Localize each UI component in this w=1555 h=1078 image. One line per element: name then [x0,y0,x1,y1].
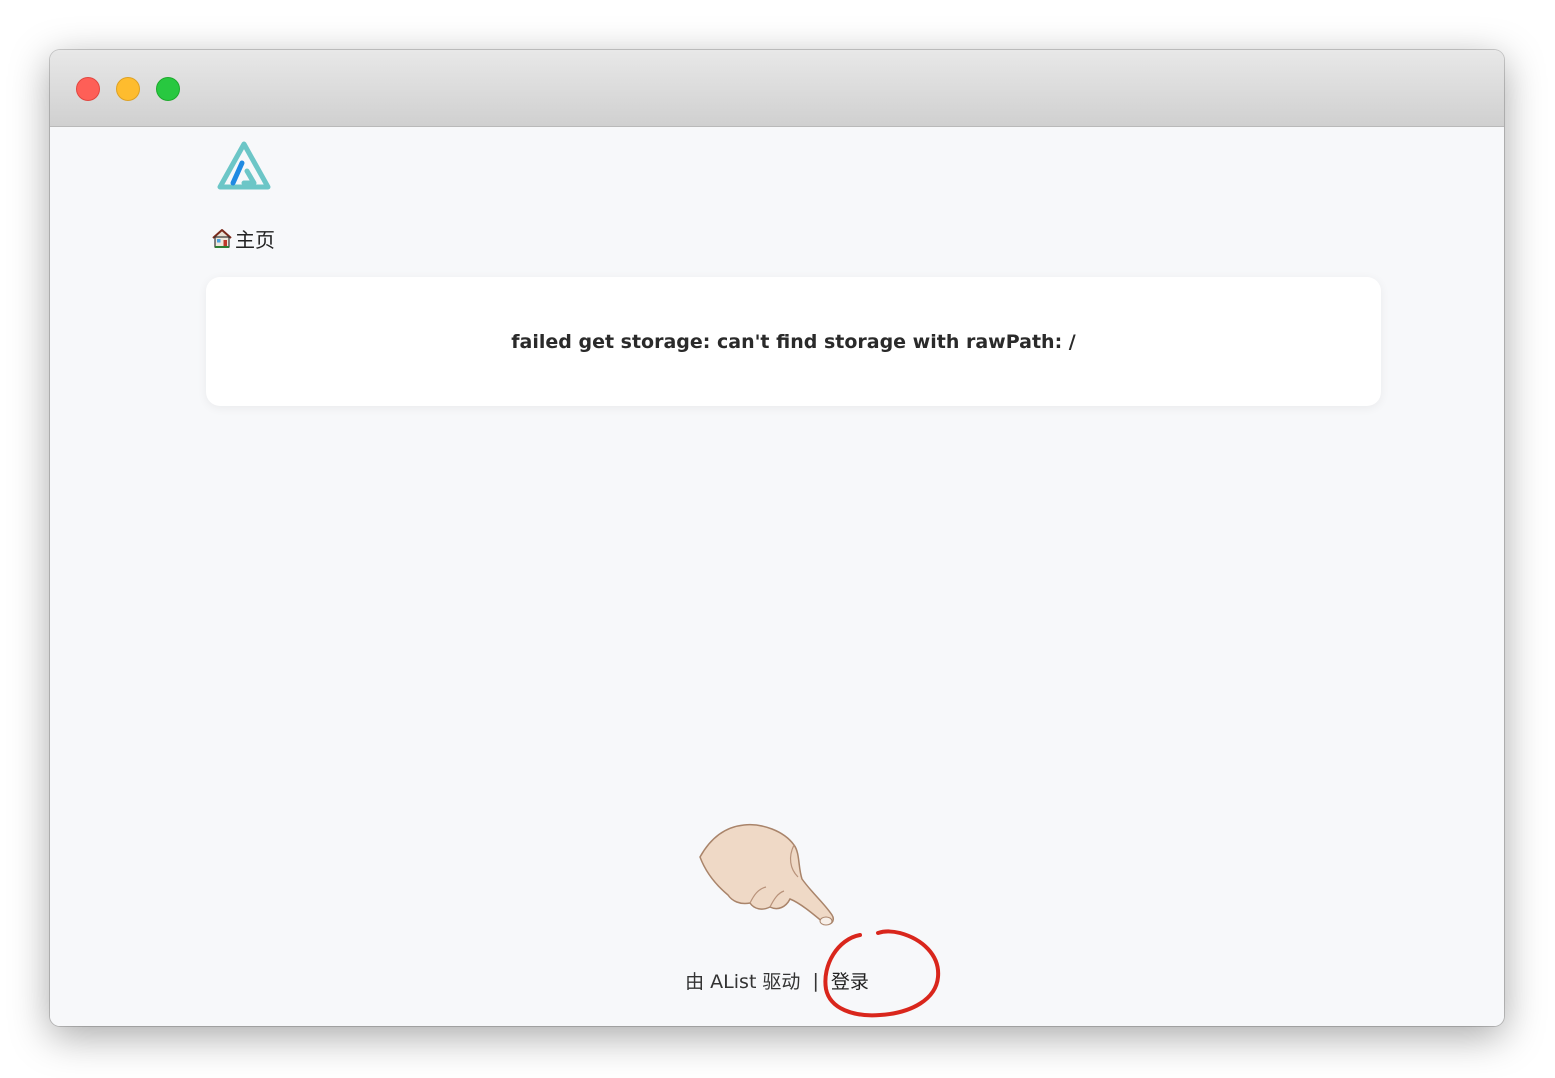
red-circle-highlight [823,929,941,1018]
house-icon [212,229,232,248]
browser-window: 主页 failed get storage: can't find storag… [50,50,1504,1026]
minimize-window-button[interactable] [116,77,140,101]
page-content: 主页 failed get storage: can't find storag… [50,127,1504,1026]
close-window-button[interactable] [76,77,100,101]
error-card: failed get storage: can't find storage w… [206,277,1381,406]
error-message: failed get storage: can't find storage w… [511,330,1076,353]
powered-by-link[interactable]: 由 AList 驱动 [685,967,800,994]
alist-logo-icon[interactable] [216,141,272,191]
footer: 由 AList 驱动 | 登录 [50,967,1504,994]
title-bar [50,50,1504,127]
breadcrumb-home[interactable]: 主页 [211,225,275,252]
maximize-window-button[interactable] [156,77,180,101]
breadcrumb-home-label: 主页 [235,227,275,252]
pointing-hand-icon [699,823,835,926]
